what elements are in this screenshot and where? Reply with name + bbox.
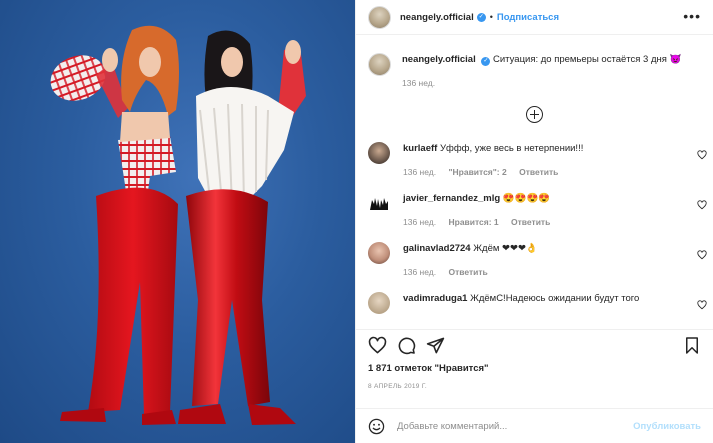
like-comment-heart-icon[interactable] [697, 250, 707, 260]
comment-item: vadimraduga1 ЖдёмС!Надеюсь ожидании буду… [356, 292, 713, 314]
post-actions: 1 871 отметок "Нравится" 8 АПРЕЛЬ 2019 Г… [356, 329, 713, 390]
comments-list[interactable]: neangely.official ✓ Ситуация: до премьер… [356, 36, 713, 321]
commenter-avatar[interactable] [368, 242, 390, 264]
commenter-avatar[interactable] [368, 192, 390, 214]
comment-likes[interactable]: "Нравится": 2 [448, 167, 506, 177]
smiley-icon[interactable] [368, 418, 385, 435]
caption-meta: 136 нед. [402, 77, 681, 90]
reply-button[interactable]: Ответить [519, 167, 558, 177]
verified-badge-icon: ✓ [476, 12, 486, 22]
follow-button[interactable]: Подписаться [497, 12, 559, 23]
post-header: neangely.official ✓ • Подписаться ••• [356, 0, 713, 35]
post-caption: neangely.official ✓ Ситуация: до премьер… [356, 36, 713, 90]
like-comment-heart-icon[interactable] [697, 200, 707, 210]
action-icons [368, 330, 701, 360]
caption-text: Ситуация: до премьеры остаётся 3 дня 😈 [493, 54, 682, 65]
comment-meta: 136 нед. Нравится: 1 Ответить [403, 216, 560, 229]
comment-username[interactable]: kurlaeff [403, 143, 437, 154]
author-avatar[interactable] [368, 53, 391, 76]
heart-icon[interactable] [368, 336, 387, 355]
post-photo[interactable] [0, 0, 355, 443]
more-options-icon[interactable]: ••• [683, 9, 701, 23]
commenter-avatar[interactable] [368, 292, 390, 314]
author-username[interactable]: neangely.official [400, 12, 474, 23]
comment-text: Ждём ❤❤❤👌 [473, 243, 538, 254]
author-avatar[interactable] [368, 5, 391, 29]
bookmark-icon[interactable] [683, 336, 701, 355]
like-comment-heart-icon[interactable] [697, 300, 707, 310]
comment-item: kurlaeff Уффф, уже весь в нетерпении!!! … [356, 142, 713, 179]
load-more-comments [356, 106, 713, 123]
comment-icon[interactable] [397, 336, 416, 355]
post-date: 8 АПРЕЛЬ 2019 Г. [368, 383, 427, 390]
likes-count[interactable]: 1 871 отметок "Нравится" [368, 363, 701, 374]
verified-badge-icon: ✓ [481, 57, 491, 66]
comment-username[interactable]: galinavlad2724 [403, 243, 471, 254]
post-side-panel: neangely.official ✓ • Подписаться ••• ne… [355, 0, 713, 443]
photo-illustration [50, 25, 306, 425]
comment-item: javier_fernandez_mlg 😍😍😍😍 136 нед. Нрави… [356, 192, 713, 229]
comment-text: 😍😍😍😍 [502, 193, 551, 204]
separator-dot: • [489, 12, 493, 22]
instagram-post-modal: neangely.official ✓ • Подписаться ••• ne… [0, 0, 713, 443]
comment-text: ЖдёмС!Надеюсь ожидании будут того [470, 293, 640, 304]
comment-age: 136 нед. [403, 167, 437, 177]
comment-meta: 136 нед. Ответить [403, 266, 538, 279]
comment-age: 136 нед. [403, 217, 437, 227]
share-icon[interactable] [426, 336, 445, 355]
silhouettes-avatar-icon [370, 198, 388, 210]
comment-username[interactable]: vadimraduga1 [403, 293, 467, 304]
comment-input[interactable] [397, 420, 634, 432]
comment-item: galinavlad2724 Ждём ❤❤❤👌 136 нед. Ответи… [356, 242, 713, 279]
like-comment-heart-icon[interactable] [697, 150, 707, 160]
plus-circle-icon[interactable] [526, 106, 543, 123]
commenter-avatar[interactable] [368, 142, 390, 164]
reply-button[interactable]: Ответить [511, 217, 550, 227]
caption-username[interactable]: neangely.official [402, 54, 476, 65]
comment-age: 136 нед. [403, 267, 437, 277]
comment-meta: 136 нед. "Нравится": 2 Ответить [403, 166, 583, 179]
comment-text: Уффф, уже весь в нетерпении!!! [439, 143, 584, 154]
comment-username[interactable]: javier_fernandez_mlg [403, 193, 500, 204]
publish-button[interactable]: Опубликовать [633, 421, 701, 432]
caption-age: 136 нед. [402, 78, 436, 88]
add-comment-bar: Опубликовать [356, 408, 713, 443]
comment-likes[interactable]: Нравится: 1 [448, 217, 498, 227]
reply-button[interactable]: Ответить [448, 267, 487, 277]
